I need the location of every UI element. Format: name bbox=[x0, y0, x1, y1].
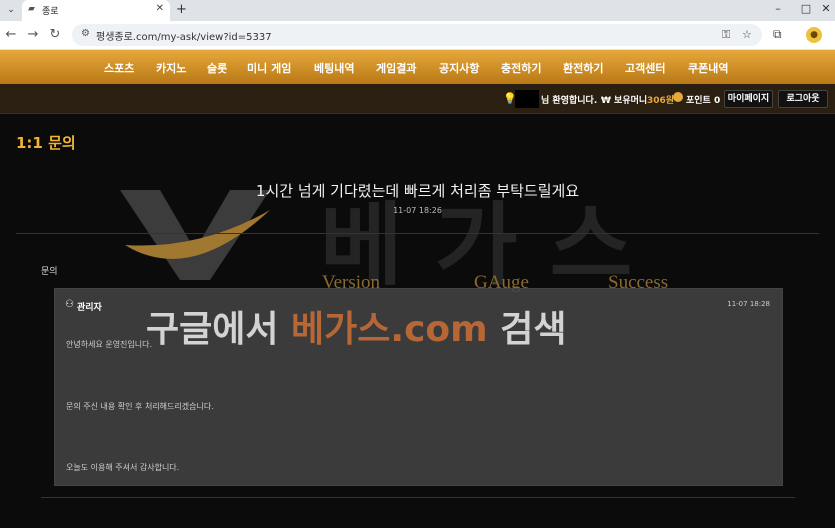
maximize-button[interactable]: □ bbox=[796, 2, 816, 15]
tab-search-chevron-icon[interactable]: ⌄ bbox=[4, 3, 18, 17]
extensions-icon[interactable]: ⧉ bbox=[773, 27, 782, 42]
nav-item-withdraw[interactable]: 환전하기 bbox=[563, 60, 603, 76]
watermark-logo-icon bbox=[120, 190, 270, 280]
url-text[interactable]: 평생종로.com/my-ask/view?id=5337 bbox=[96, 28, 272, 43]
point-coin-icon bbox=[673, 92, 683, 102]
section-label: 문의 bbox=[41, 267, 58, 277]
nav-item-bet-history[interactable]: 베팅내역 bbox=[314, 60, 354, 76]
watermark-banner-suffix: 검색 bbox=[500, 309, 567, 350]
reply-author: 관리자 bbox=[77, 303, 102, 313]
nav-item-slot[interactable]: 슬롯 bbox=[207, 60, 227, 76]
user-icon: ⚇ bbox=[65, 299, 74, 310]
nav-item-casino[interactable]: 카지노 bbox=[156, 60, 186, 76]
tab-close-icon[interactable]: ✕ bbox=[156, 3, 164, 14]
browser-tab-bar: ⌄ ▰ 종로 ✕ + – □ ✕ bbox=[0, 0, 835, 21]
money-value: 306원 bbox=[647, 96, 675, 106]
welcome-text: 님 환영합니다. bbox=[541, 96, 598, 106]
back-icon[interactable]: ← bbox=[3, 27, 19, 42]
reply-date: 11-07 18:28 bbox=[727, 300, 770, 308]
address-bar[interactable]: ⚙ 평생종로.com/my-ask/view?id=5337 ⚿ ☆ bbox=[72, 24, 762, 46]
watermark-banner-prefix: 구글에서 bbox=[146, 309, 279, 350]
window-close-button[interactable]: ✕ bbox=[816, 2, 835, 15]
bookmark-star-icon[interactable]: ☆ bbox=[742, 28, 752, 41]
minimize-button[interactable]: – bbox=[768, 2, 788, 15]
money-label: ₩ 보유머니 bbox=[601, 96, 648, 106]
nav-item-mini-game[interactable]: 미니 게임 bbox=[247, 60, 291, 76]
ask-title: 1시간 넘게 기다렸는데 빠르게 처리좀 부탁드릴게요 bbox=[255, 182, 580, 200]
nav-item-game-results[interactable]: 게임결과 bbox=[376, 60, 416, 76]
user-info-bar: 💡 님 환영합니다. ₩ 보유머니 306원 포인트 0 마이페이지 로그아웃 bbox=[0, 84, 835, 114]
password-key-icon[interactable]: ⚿ bbox=[722, 28, 730, 42]
page-title: 1:1 문의 bbox=[16, 134, 76, 152]
watermark-banner: 구글에서 베가스.com 검색 bbox=[146, 300, 566, 352]
new-tab-button[interactable]: + bbox=[176, 2, 187, 17]
reply-line: 문의 주신 내용 확인 후 처리해드리겠습니다. bbox=[66, 402, 214, 411]
browser-toolbar: ← → ↻ ⚙ 평생종로.com/my-ask/view?id=5337 ⚿ ☆… bbox=[0, 21, 835, 50]
site-info-icon[interactable]: ⚙ bbox=[81, 28, 90, 39]
logout-button[interactable]: 로그아웃 bbox=[778, 90, 828, 108]
site-main-nav: 스포츠 카지노 슬롯 미니 게임 베팅내역 게임결과 공지사항 충전하기 환전하… bbox=[0, 50, 835, 84]
reload-icon[interactable]: ↻ bbox=[47, 27, 63, 42]
page-content: 1:1 문의 베가스 Version GAuge Success 1시간 넘게 … bbox=[0, 114, 835, 528]
forward-icon[interactable]: → bbox=[25, 27, 41, 42]
browser-tab[interactable]: ▰ 종로 ✕ bbox=[22, 0, 170, 21]
tab-favicon-icon: ▰ bbox=[28, 4, 35, 14]
point-label: 포인트 0 bbox=[686, 96, 721, 106]
ask-date: 11-07 18:26 bbox=[393, 206, 442, 215]
profile-avatar-icon[interactable]: ● bbox=[806, 27, 822, 43]
mypage-button[interactable]: 마이페이지 bbox=[724, 90, 773, 108]
tab-title: 종로 bbox=[42, 7, 59, 17]
nav-item-support[interactable]: 고객센터 bbox=[625, 60, 665, 76]
reply-line: 안녕하세요 운영진입니다. bbox=[66, 340, 153, 349]
reply-line: 오늘도 이용해 주셔서 감사합니다. bbox=[66, 463, 180, 472]
divider bbox=[16, 233, 819, 234]
divider bbox=[41, 497, 795, 498]
watermark-banner-accent: 베가스.com bbox=[291, 309, 488, 350]
redacted-username bbox=[515, 90, 539, 108]
nav-item-deposit[interactable]: 충전하기 bbox=[501, 60, 541, 76]
nav-item-coupons[interactable]: 쿠폰내역 bbox=[688, 60, 728, 76]
nav-item-sports[interactable]: 스포츠 bbox=[104, 60, 134, 76]
nav-item-notice[interactable]: 공지사항 bbox=[439, 60, 479, 76]
